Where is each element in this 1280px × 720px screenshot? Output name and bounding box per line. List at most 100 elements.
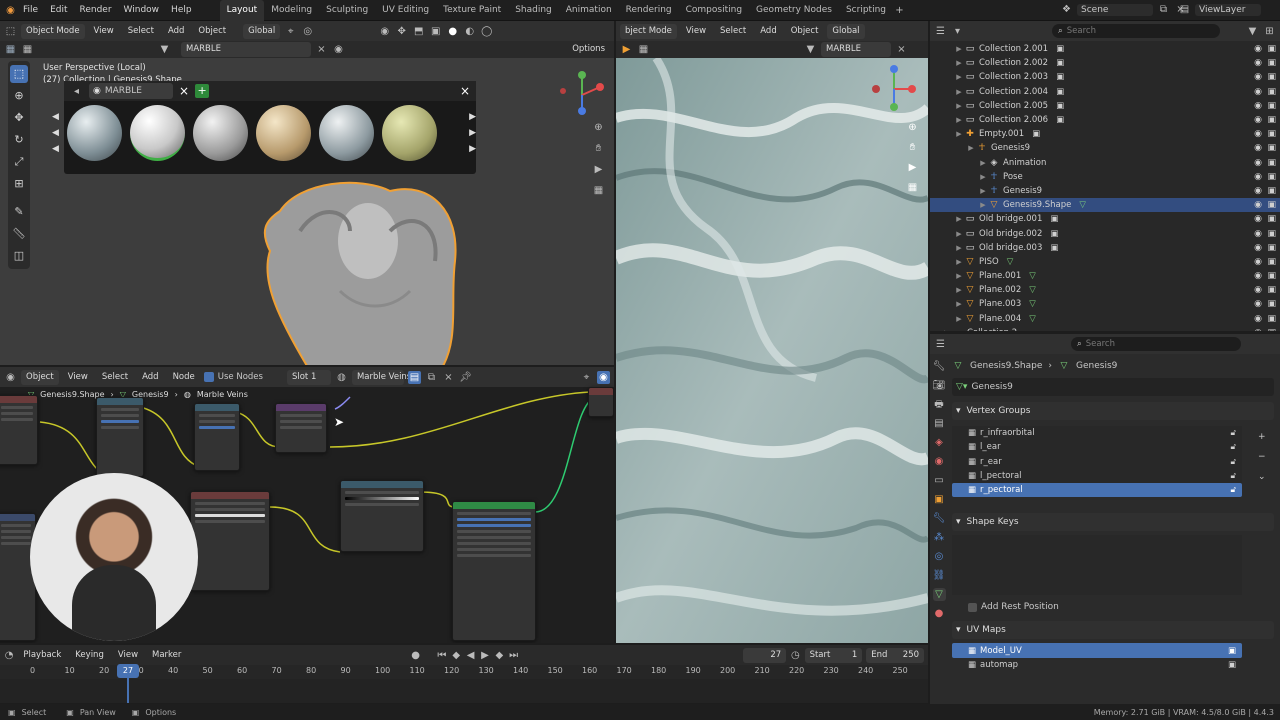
outliner-item[interactable]: ▶ ▭ Old bridge.003 ▣ ◉ ▣	[930, 241, 1280, 255]
eye-icon[interactable]: ◉	[1254, 158, 1262, 168]
expand-icon[interactable]: ▶	[954, 315, 964, 323]
expand-icon[interactable]: ▶	[954, 73, 964, 81]
expand-icon[interactable]: ▶	[954, 258, 964, 266]
select-mode-icon[interactable]: ▦	[21, 43, 34, 56]
marker-menu[interactable]: Marker	[147, 648, 186, 663]
render-toggle-icon[interactable]: ▣	[1267, 200, 1276, 210]
scroll-right-icon[interactable]: ▶	[469, 112, 476, 122]
expand-icon[interactable]: ▶	[978, 187, 988, 195]
asset-add-button[interactable]: +	[195, 84, 210, 98]
mesh-data-icon[interactable]: ▽	[1029, 285, 1036, 295]
scroll-left-icon[interactable]: ◀	[52, 128, 59, 138]
expand-icon[interactable]: ▶	[954, 45, 964, 53]
render-toggle-icon[interactable]: ▣	[1267, 257, 1276, 267]
shape-keys-panel-header[interactable]: ▾ Shape Keys	[952, 513, 1274, 532]
scroll-right-icon[interactable]: ▶	[469, 144, 476, 154]
expand-icon[interactable]: ▶	[954, 272, 964, 280]
active-render-icon[interactable]: ▣	[1228, 646, 1236, 656]
tab-texture-paint[interactable]: Texture Paint	[436, 0, 508, 21]
play-reverse-icon[interactable]: ◀	[465, 649, 475, 662]
vertex-group-item[interactable]: ▦ l_ear 🔓︎	[952, 440, 1242, 454]
jump-end-icon[interactable]: ⏭︎	[508, 649, 518, 662]
add-cube-tool-icon[interactable]: ◫	[10, 247, 28, 265]
camera-view-icon[interactable]: ▶	[592, 163, 605, 176]
menu-window[interactable]: Window	[118, 0, 166, 21]
panel-close-button[interactable]: ×	[460, 84, 470, 98]
eye-icon[interactable]: ◉	[1254, 115, 1262, 125]
node-normal-map[interactable]	[275, 403, 327, 453]
add-vertex-group-icon[interactable]: +	[1258, 432, 1266, 442]
expand-icon[interactable]: ▶	[954, 59, 964, 67]
render-toggle-icon[interactable]: ▣	[1267, 271, 1276, 281]
expand-icon[interactable]: ▶	[954, 244, 964, 252]
frame-ruler[interactable]: 0102030405060708090100110120130140150160…	[0, 665, 928, 679]
playhead[interactable]: 27	[117, 664, 139, 678]
render-toggle-icon[interactable]: ▣	[1267, 58, 1276, 68]
marble-thumb-6[interactable]	[382, 105, 438, 161]
options-dropdown[interactable]: Options	[567, 42, 610, 57]
pan-hand-icon[interactable]: ✋︎	[906, 141, 919, 154]
keying-menu[interactable]: Keying	[70, 648, 109, 663]
scroll-left-icon[interactable]: ◀	[52, 144, 59, 154]
render-toggle-icon[interactable]: ▣	[1267, 243, 1276, 253]
eye-icon[interactable]: ◉	[1254, 271, 1262, 281]
expand-icon[interactable]: ▶	[954, 88, 964, 96]
collection-toggle-icon[interactable]: ▣	[1056, 87, 1064, 97]
eye-icon[interactable]: ◉	[1254, 285, 1262, 295]
vertex-groups-panel-header[interactable]: ▾ Vertex Groups	[952, 402, 1274, 420]
annotate-tool-icon[interactable]: ✎	[10, 203, 28, 221]
image-viewport[interactable]: bject Mode View Select Add Object Global…	[616, 21, 928, 643]
node-mix[interactable]	[194, 403, 240, 471]
menu-help[interactable]: Help	[165, 0, 198, 21]
outliner-item[interactable]: ▶ ▭ Collection 2.004 ▣ ◉ ▣	[930, 85, 1280, 99]
blender-logo-icon[interactable]: ◉	[4, 4, 17, 17]
outliner-item[interactable]: ▶ ▭ Collection 2.001 ▣ ◉ ▣	[930, 42, 1280, 56]
eye-icon[interactable]: ◉	[1254, 243, 1262, 253]
expand-icon[interactable]: ▶	[954, 230, 964, 238]
tab-compositing[interactable]: Compositing	[679, 0, 749, 21]
tab-uv-editing[interactable]: UV Editing	[375, 0, 436, 21]
measure-tool-icon[interactable]: 📏︎	[10, 225, 28, 243]
constraints-tab-icon[interactable]: ⛓︎	[933, 569, 946, 582]
marble-thumb-5[interactable]	[319, 105, 375, 161]
pan-hand-icon[interactable]: ✋︎	[592, 142, 605, 155]
clear-search-icon[interactable]: ×	[895, 43, 908, 56]
tab-geometry-nodes[interactable]: Geometry Nodes	[749, 0, 839, 21]
select-box-icon[interactable]: ▦	[637, 43, 650, 56]
tab-scripting[interactable]: Scripting	[839, 0, 893, 21]
physics-tab-icon[interactable]: ◎	[933, 550, 946, 563]
node-image-texture[interactable]	[190, 491, 270, 591]
vertex-group-item[interactable]: ▦ l_pectoral 🔓︎	[952, 469, 1242, 483]
node-color-ramp-1[interactable]	[96, 397, 144, 477]
play-icon[interactable]: ▶	[480, 649, 490, 662]
eye-icon[interactable]: ◉	[1254, 44, 1262, 54]
render-toggle-icon[interactable]: ▣	[1267, 158, 1276, 168]
outliner-item[interactable]: ▶ ▽ Plane.002 ▽ ◉ ▣	[930, 283, 1280, 297]
object-menu[interactable]: Object	[193, 24, 231, 39]
expand-icon[interactable]: ▶	[954, 130, 964, 138]
outliner-item[interactable]: ▶ ▭ Collection 2.006 ▣ ◉ ▣	[930, 113, 1280, 127]
lock-icon[interactable]: 🔓︎	[1230, 471, 1236, 481]
rotate-tool-icon[interactable]: ↻	[10, 131, 28, 149]
expand-icon[interactable]: ▶	[978, 201, 988, 209]
collection-toggle-icon[interactable]: ▣	[1050, 243, 1058, 253]
vertex-group-item[interactable]: ▦ r_infraorbital 🔓︎	[952, 426, 1242, 440]
transform-tool-icon[interactable]: ⊞	[10, 175, 28, 193]
outliner-search[interactable]: ⌕ Search	[1052, 24, 1220, 38]
mesh-data-icon[interactable]: ▽	[1029, 299, 1036, 309]
collection-toggle-icon[interactable]: ▣	[1032, 129, 1040, 139]
collection-tab-icon[interactable]: ▭	[933, 474, 946, 487]
render-tab-icon[interactable]: 📷︎	[933, 379, 946, 392]
tab-animation[interactable]: Animation	[559, 0, 619, 21]
lock-icon[interactable]: 🔓︎	[1230, 442, 1236, 452]
remove-vertex-group-icon[interactable]: −	[1258, 452, 1266, 462]
node-mapping[interactable]	[0, 513, 36, 641]
outliner-item[interactable]: ▶ ▭ Collection 2.005 ▣ ◉ ▣	[930, 99, 1280, 113]
render-toggle-icon[interactable]: ▣	[1267, 214, 1276, 224]
render-toggle-icon[interactable]: ▣	[1267, 328, 1276, 331]
node-texture-coordinate[interactable]	[0, 395, 38, 465]
timeline[interactable]: ◔ Playback Keying View Marker ● ⏮︎ ◆ ◀ ▶…	[0, 645, 928, 703]
shading-material-icon[interactable]: ◐	[463, 25, 476, 38]
lock-icon[interactable]: 🔓︎	[1230, 485, 1236, 495]
eye-icon[interactable]: ◉	[1254, 229, 1262, 239]
